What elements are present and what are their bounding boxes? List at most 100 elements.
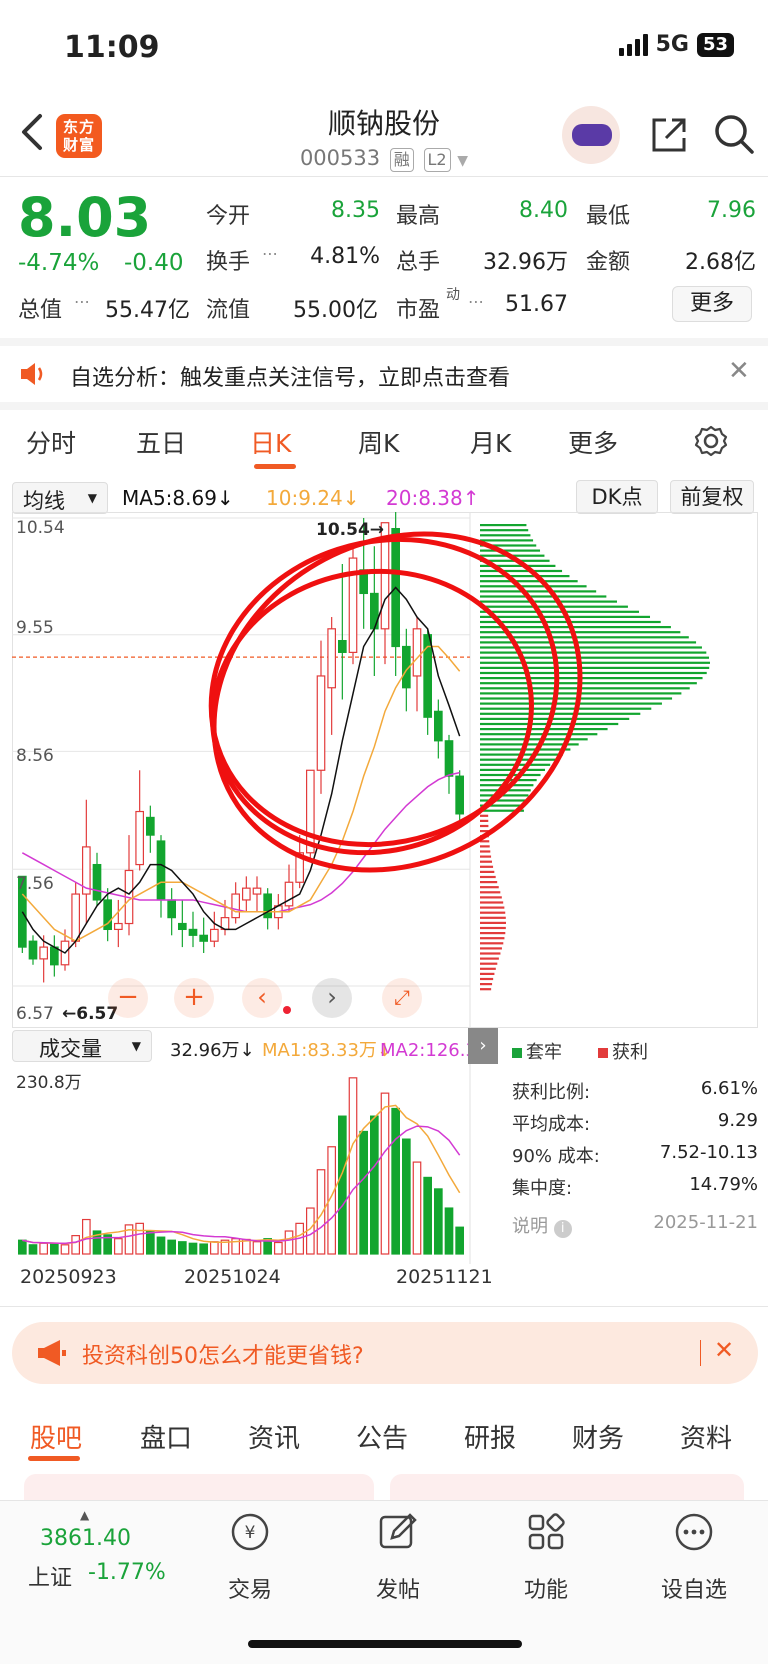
volume-bar [338,1115,347,1255]
chip-bar [480,962,498,965]
chip-bar [480,921,506,924]
edit-icon[interactable] [376,1510,420,1554]
info-icon[interactable]: ⋯ [262,244,278,263]
status-time: 11:09 [64,30,160,65]
nav-function[interactable]: 功能 [496,1572,596,1604]
info-icon: i [553,1220,572,1238]
kline-chart[interactable] [12,512,758,1028]
candle-body [113,922,123,931]
chip-bar [480,605,628,608]
pe-label: 市盈 [396,298,441,323]
tab-announcements[interactable]: 公告 [356,1418,408,1455]
adjust-button[interactable]: 前复权 [670,480,754,514]
close-icon[interactable]: ✕ [728,356,750,386]
section-gap [0,338,768,346]
candle-body [242,887,251,901]
candle-body [327,628,336,689]
expand-icon[interactable]: ⤢ [382,978,422,1018]
chevron-down-icon: ▼ [131,1039,141,1053]
candle-body [316,675,326,771]
candle-body [434,710,443,742]
chip-bar [480,712,641,715]
float-label: 流值 [206,298,251,323]
tab-monthly-k[interactable]: 月K [470,424,511,460]
y-tick-label: 8.56 [16,746,54,766]
nav-post[interactable]: 发帖 [348,1572,448,1604]
note-link[interactable]: 说明 i [512,1212,572,1238]
stat-label: 集中度: [512,1178,573,1199]
note-label: 说明 [512,1216,548,1237]
info-icon[interactable]: ⋯ [74,292,90,311]
volume-bar [178,1241,187,1255]
close-icon[interactable]: ✕ [714,1336,734,1364]
volume-chart[interactable] [12,1064,500,1264]
settings-icon[interactable] [694,424,728,458]
volume-bar [434,1188,443,1255]
tab-finance[interactable]: 财务 [572,1418,624,1455]
legend-trap: 套牢 [512,1038,562,1064]
chip-bar [480,942,504,945]
tab-forum[interactable]: 股吧 [30,1418,82,1455]
tab-research[interactable]: 研报 [464,1418,516,1455]
trade-icon[interactable]: ¥ [228,1510,272,1554]
chip-bar [480,891,501,894]
index-value[interactable]: 3861.40 [40,1526,131,1551]
y-tick-label: 9.55 [16,618,54,638]
chip-bar [480,534,531,537]
candle-body [156,840,166,901]
tab-orderbook[interactable]: 盘口 [140,1418,192,1455]
volume-bar [39,1242,48,1255]
candle-body [167,899,177,919]
chevron-down-icon: ▼ [87,491,97,505]
volume-bar [17,1239,27,1255]
chip-bar [480,666,710,669]
stat-label: 获利比例: [512,1082,591,1103]
tab-news[interactable]: 资讯 [248,1418,300,1455]
collapse-panel-button[interactable]: › [468,1028,498,1064]
prev-button[interactable]: ‹ [242,978,282,1018]
tab-intraday[interactable]: 分时 [26,424,76,460]
more-circle-icon[interactable] [672,1510,716,1554]
mktcap-label: 总值 [18,298,63,323]
next-button[interactable]: › [312,978,352,1018]
volume-label: 总手 [396,250,441,275]
more-button[interactable]: 更多 [672,286,752,322]
indicator-select[interactable]: 均线 ▼ [12,482,108,514]
tab-profile[interactable]: 资料 [680,1418,732,1455]
notice-text[interactable]: 自选分析：触发重点关注信号，立即点击查看 [70,360,510,392]
nav-trade[interactable]: 交易 [200,1572,300,1604]
zoom-out-button[interactable]: − [108,978,148,1018]
tab-daily-k[interactable]: 日K [250,424,291,460]
tab-five-day[interactable]: 五日 [136,424,186,460]
volume-select[interactable]: 成交量 ▼ [12,1030,152,1062]
tab-more[interactable]: 更多 [568,424,618,460]
grid-icon[interactable] [524,1510,568,1554]
nav-add-watchlist[interactable]: 设自选 [644,1572,744,1604]
amount-label: 金额 [586,250,631,275]
low-label: 最低 [586,204,631,229]
info-icon[interactable]: ⋯ [468,292,484,311]
chevron-up-icon[interactable]: ▲ [80,1508,89,1522]
zoom-in-button[interactable]: + [174,978,214,1018]
share-icon[interactable] [648,114,690,156]
chip-bar [480,896,502,899]
candle-body [412,628,422,677]
index-change: -1.77% [88,1560,166,1585]
search-icon[interactable] [712,112,756,156]
date-label: 20251024 [184,1266,281,1288]
divider [700,1340,701,1366]
legend-profit-label: 获利 [612,1042,648,1063]
candle-body [49,946,59,966]
chip-bar [480,717,630,720]
chip-bar [480,682,697,685]
stat-value: 7.52-10.13 [659,1142,758,1163]
volume-bar [370,1115,379,1255]
chip-bar [480,590,597,593]
stat-value: 9.29 [717,1110,758,1131]
volume-bar [71,1235,81,1255]
chip-bar [480,687,690,690]
volume-bar [199,1243,209,1255]
tab-weekly-k[interactable]: 周K [358,424,399,460]
dk-point-button[interactable]: DK点 [576,480,658,514]
high-marker: 10.54→ [316,520,385,540]
